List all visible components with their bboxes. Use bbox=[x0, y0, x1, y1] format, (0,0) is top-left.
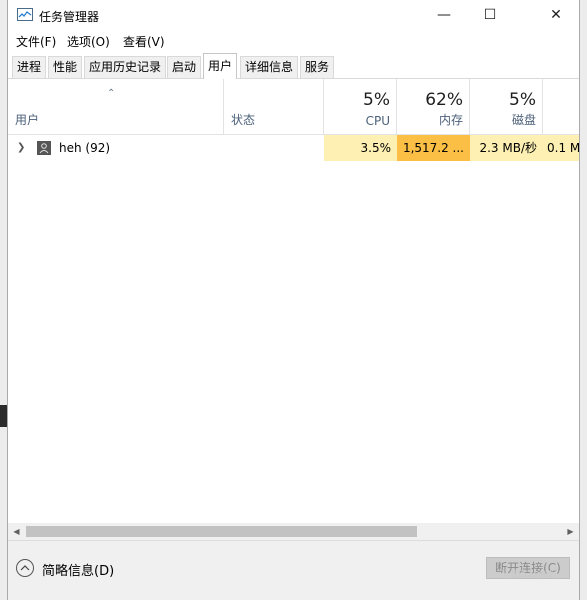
column-header-cpu-label: CPU bbox=[365, 114, 390, 128]
window-title: 任务管理器 bbox=[39, 10, 100, 24]
task-manager-icon bbox=[17, 8, 33, 21]
close-button[interactable]: ✕ bbox=[533, 0, 579, 30]
column-header-user[interactable]: ⌃ 用户 bbox=[8, 79, 224, 134]
menu-bar: 文件(F) 选项(O) 查看(V) bbox=[8, 30, 579, 52]
watermark-text: jb51.net bbox=[511, 569, 553, 580]
horizontal-scrollbar[interactable]: ◀ ▶ bbox=[8, 523, 579, 540]
maximize-button[interactable]: ☐ bbox=[467, 0, 513, 30]
menu-view[interactable]: 查看(V) bbox=[123, 33, 165, 50]
memory-total-percent: 62% bbox=[425, 90, 463, 110]
user-cell: ❯ heh (92) bbox=[8, 135, 224, 161]
column-header-network[interactable] bbox=[543, 79, 579, 134]
scroll-right-icon[interactable]: ▶ bbox=[562, 523, 579, 540]
column-header-disk-label: 磁盘 bbox=[511, 113, 536, 127]
cpu-cell: 3.5% bbox=[324, 135, 397, 161]
menu-file[interactable]: 文件(F) bbox=[16, 33, 56, 50]
column-header-cpu[interactable]: 5% CPU bbox=[324, 79, 397, 134]
sort-ascending-icon: ⌃ bbox=[107, 88, 116, 99]
tab-app-history[interactable]: 应用历史记录 bbox=[84, 56, 167, 78]
expand-chevron-icon[interactable]: ❯ bbox=[17, 135, 25, 161]
user-name: heh (92) bbox=[59, 141, 111, 155]
tab-details[interactable]: 详细信息 bbox=[240, 56, 299, 78]
minimize-button[interactable]: — bbox=[421, 0, 467, 30]
tab-startup[interactable]: 启动 bbox=[167, 56, 202, 78]
column-header-memory-label: 内存 bbox=[438, 113, 463, 127]
disk-total-percent: 5% bbox=[509, 90, 536, 110]
footer-bar: 简略信息(D) 断开连接(C) jb51.net bbox=[8, 540, 579, 600]
column-header-status[interactable]: 状态 bbox=[224, 79, 324, 134]
menu-options[interactable]: 选项(O) bbox=[67, 33, 110, 50]
background-desktop-right bbox=[579, 0, 587, 600]
title-bar[interactable]: 任务管理器 — ☐ ✕ bbox=[8, 0, 579, 30]
tab-users[interactable]: 用户 bbox=[203, 53, 238, 79]
user-avatar-icon bbox=[37, 141, 51, 155]
cpu-total-percent: 5% bbox=[363, 90, 390, 110]
tab-strip: 进程 性能 应用历史记录 启动 用户 详细信息 服务 bbox=[8, 52, 579, 79]
column-header-disk[interactable]: 5% 磁盘 bbox=[470, 79, 543, 134]
network-cell: 0.1 M bbox=[543, 135, 579, 161]
scrollbar-thumb[interactable] bbox=[26, 526, 417, 537]
tab-performance[interactable]: 性能 bbox=[48, 56, 83, 78]
tab-processes[interactable]: 进程 bbox=[12, 56, 47, 78]
task-manager-window: 任务管理器 — ☐ ✕ 文件(F) 选项(O) 查看(V) 进程 性能 应用历史… bbox=[7, 0, 580, 600]
tab-services[interactable]: 服务 bbox=[300, 56, 335, 78]
status-cell bbox=[224, 135, 324, 161]
table-row[interactable]: ❯ heh (92) 3.5% 1,517.2 ... 2.3 MB/秒 0.1… bbox=[8, 135, 579, 161]
column-header-user-label: 用户 bbox=[15, 113, 40, 127]
collapse-up-icon[interactable] bbox=[16, 559, 34, 577]
column-header-memory[interactable]: 62% 内存 bbox=[397, 79, 470, 134]
column-header-status-label: 状态 bbox=[231, 113, 256, 127]
fewer-details-button[interactable]: 简略信息(D) bbox=[42, 560, 114, 579]
disk-cell: 2.3 MB/秒 bbox=[470, 135, 543, 161]
users-table: ⌃ 用户 状态 5% CPU 62% 内存 5% 磁盘 ❯ heh (92) 3… bbox=[8, 79, 579, 523]
memory-cell: 1,517.2 ... bbox=[397, 135, 470, 161]
scroll-left-icon[interactable]: ◀ bbox=[8, 523, 25, 540]
